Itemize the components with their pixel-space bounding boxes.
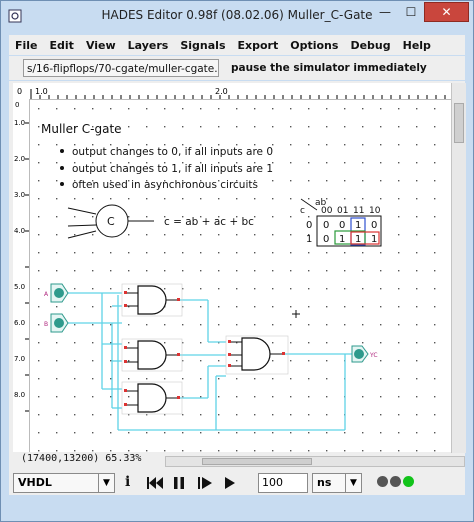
menu-signals[interactable]: Signals	[180, 39, 225, 52]
ruler-label: 2.0	[14, 155, 25, 163]
ruler-label: 0	[15, 101, 19, 109]
language-select-value: VHDL	[18, 476, 52, 489]
kmap-cell: 0	[371, 220, 377, 231]
time-unit-select[interactable]: ns ▼	[312, 473, 362, 493]
kmap-col-header: 11	[353, 206, 364, 216]
kmap-cell: 1	[355, 234, 361, 245]
output-label: YC	[369, 352, 378, 359]
sim-state-lamp-off	[377, 476, 388, 487]
kmap-col-header: 10	[369, 206, 381, 216]
horizontal-scrollbar[interactable]	[165, 456, 465, 467]
schematic-canvas[interactable]: Muller C-gate output changes to 0, if al…	[30, 100, 451, 452]
language-select[interactable]: VHDL ▼	[13, 473, 115, 493]
kmap-cell: 0	[339, 220, 345, 231]
kmap-row-label: 0	[306, 220, 312, 231]
bullet-icon	[60, 166, 64, 170]
schematic-heading: Muller C-gate	[41, 122, 122, 136]
cursor-coordinates: (17400,13200) 65.33%	[21, 453, 142, 464]
design-path-field[interactable]: s/16-flipflops/70-cgate/muller-cgate.hds	[23, 59, 219, 77]
description-bullet: often used in asynchronous circuits	[72, 179, 258, 191]
description-bullet: output changes to 1, if all inputs are 1	[72, 163, 273, 175]
ruler-label: 3.0	[14, 191, 25, 199]
kmap-cell: 1	[371, 234, 377, 245]
info-icon[interactable]: i	[125, 474, 130, 490]
kmap-cell: 0	[323, 234, 329, 245]
maximize-button[interactable]: ☐	[398, 2, 424, 22]
ruler-label: 5.0	[14, 283, 25, 291]
ruler-label: 6.0	[14, 319, 25, 327]
equation-text: c = ab + ac + bc	[164, 216, 254, 228]
ruler-label: 8.0	[14, 391, 25, 399]
hades-editor-window: HADES Editor 0.98f (08.02.06) Muller_C-G…	[0, 0, 474, 522]
minimize-button[interactable]: —	[372, 2, 398, 22]
chevron-down-icon[interactable]: ▼	[345, 474, 361, 492]
menu-export[interactable]: Export	[238, 39, 279, 52]
menu-edit[interactable]: Edit	[50, 39, 74, 52]
input-b-label: B	[44, 321, 48, 328]
window-bottom-border	[9, 495, 465, 517]
time-unit-value: ns	[317, 476, 332, 489]
description-bullet: output changes to 0, if all inputs are 0	[72, 146, 273, 158]
pause-icon[interactable]	[174, 477, 184, 489]
status-message: pause the simulator immediately	[231, 62, 427, 74]
ruler-label: 1.0	[35, 87, 48, 96]
kmap-row-label: 1	[306, 234, 312, 245]
menu-file[interactable]: File	[15, 39, 38, 52]
close-button[interactable]: ✕	[424, 2, 469, 22]
kmap-cell: 1	[339, 234, 345, 245]
vertical-scroll-thumb[interactable]	[454, 103, 464, 143]
menu-help[interactable]: Help	[403, 39, 431, 52]
ruler-label: 7.0	[14, 355, 25, 363]
menu-layers[interactable]: Layers	[128, 39, 169, 52]
play-icon[interactable]	[198, 477, 214, 489]
menu-bar: File Edit View Layers Signals Export Opt…	[9, 35, 465, 55]
ruler-label: 0	[17, 87, 22, 96]
kmap-col-header: 01	[337, 206, 348, 216]
chevron-down-icon[interactable]: ▼	[98, 474, 114, 492]
kmap-cell: 1	[355, 220, 361, 231]
ruler-label: 4.0	[14, 227, 25, 235]
step-time-input[interactable]: 100	[258, 473, 308, 493]
c-gate-label: C	[107, 215, 115, 228]
step-icon[interactable]	[225, 477, 235, 489]
rewind-icon[interactable]	[147, 477, 163, 489]
horizontal-scroll-thumb[interactable]	[202, 458, 312, 465]
kmap-cell: 0	[323, 220, 329, 231]
top-ruler: 0 1.0 2.0	[13, 83, 451, 100]
bullet-icon	[60, 149, 64, 153]
sim-state-lamp-off	[390, 476, 401, 487]
kmap-col-header: 00	[321, 206, 333, 216]
ruler-label: 1.0	[14, 119, 25, 127]
left-ruler: 0 1.0 2.0 3.0 4.0 5.0 6.0 7.0 8.0	[13, 99, 30, 452]
bullet-icon	[60, 182, 64, 186]
path-toolbar: s/16-flipflops/70-cgate/muller-cgate.hds…	[9, 56, 465, 80]
menu-debug[interactable]: Debug	[350, 39, 390, 52]
sim-state-lamp-running	[403, 476, 414, 487]
kmap-corner-left: c	[300, 206, 305, 216]
ruler-label: 2.0	[215, 87, 228, 96]
title-bar: HADES Editor 0.98f (08.02.06) Muller_C-G…	[1, 1, 473, 31]
menu-view[interactable]: View	[86, 39, 116, 52]
menu-options[interactable]: Options	[290, 39, 338, 52]
vertical-scrollbar[interactable]	[451, 83, 466, 453]
